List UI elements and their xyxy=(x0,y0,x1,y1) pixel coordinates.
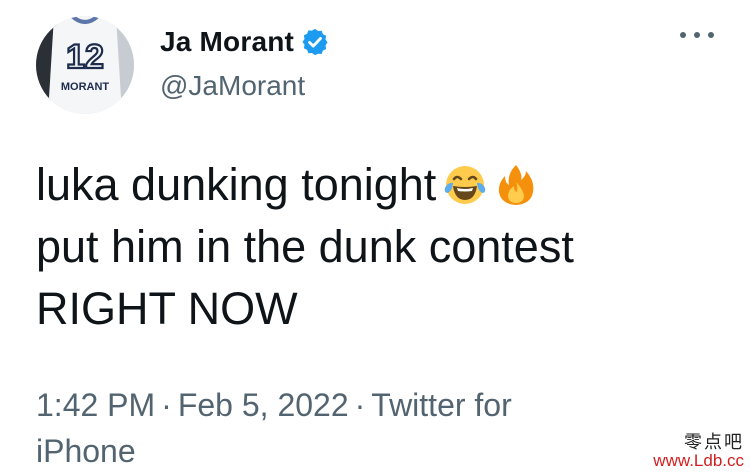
author-name-row[interactable]: Ja Morant xyxy=(160,24,330,60)
more-options-button[interactable] xyxy=(680,26,714,44)
watermark-url: www.Ldb.cc xyxy=(653,451,744,470)
jersey-name: MORANT xyxy=(61,81,110,93)
author-handle[interactable]: @JaMorant xyxy=(160,70,305,102)
verified-badge-icon xyxy=(302,28,328,56)
tweet-line-2: put him in the dunk contest xyxy=(36,221,574,272)
meta-row-1: 1:42 PM · Feb 5, 2022 · Twitter for xyxy=(36,382,636,428)
more-dot-icon xyxy=(694,32,700,38)
display-name[interactable]: Ja Morant xyxy=(160,26,294,58)
face-with-tears-of-joy-icon xyxy=(445,166,486,204)
meta-separator: · xyxy=(161,387,172,423)
fire-icon xyxy=(499,165,534,205)
tweet-source[interactable]: Twitter for xyxy=(371,387,511,423)
more-dot-icon xyxy=(708,32,714,38)
avatar[interactable]: 12 MORANT xyxy=(36,16,134,114)
tweet-date[interactable]: Feb 5, 2022 xyxy=(178,387,349,423)
tweet-meta: 1:42 PM · Feb 5, 2022 · Twitter for iPhone xyxy=(36,382,636,474)
watermark-chinese: 零点吧 xyxy=(684,432,744,453)
meta-row-2: iPhone xyxy=(36,428,636,474)
watermark: 零点吧 www.Ldb.cc xyxy=(653,434,744,470)
meta-separator: · xyxy=(354,387,366,423)
tweet-text: luka dunking tonight put him in the dunk… xyxy=(36,154,726,340)
tweet-line-1: luka dunking tonight xyxy=(36,154,726,216)
jersey-number: 12 xyxy=(66,38,104,76)
tweet-time[interactable]: 1:42 PM xyxy=(36,387,155,423)
tweet-source-device[interactable]: iPhone xyxy=(36,433,136,469)
jersey-image: 12 MORANT xyxy=(36,16,134,114)
tweet-line-3: RIGHT NOW xyxy=(36,283,298,334)
tweet-line-text: luka dunking tonight xyxy=(36,159,437,210)
more-dot-icon xyxy=(680,32,686,38)
